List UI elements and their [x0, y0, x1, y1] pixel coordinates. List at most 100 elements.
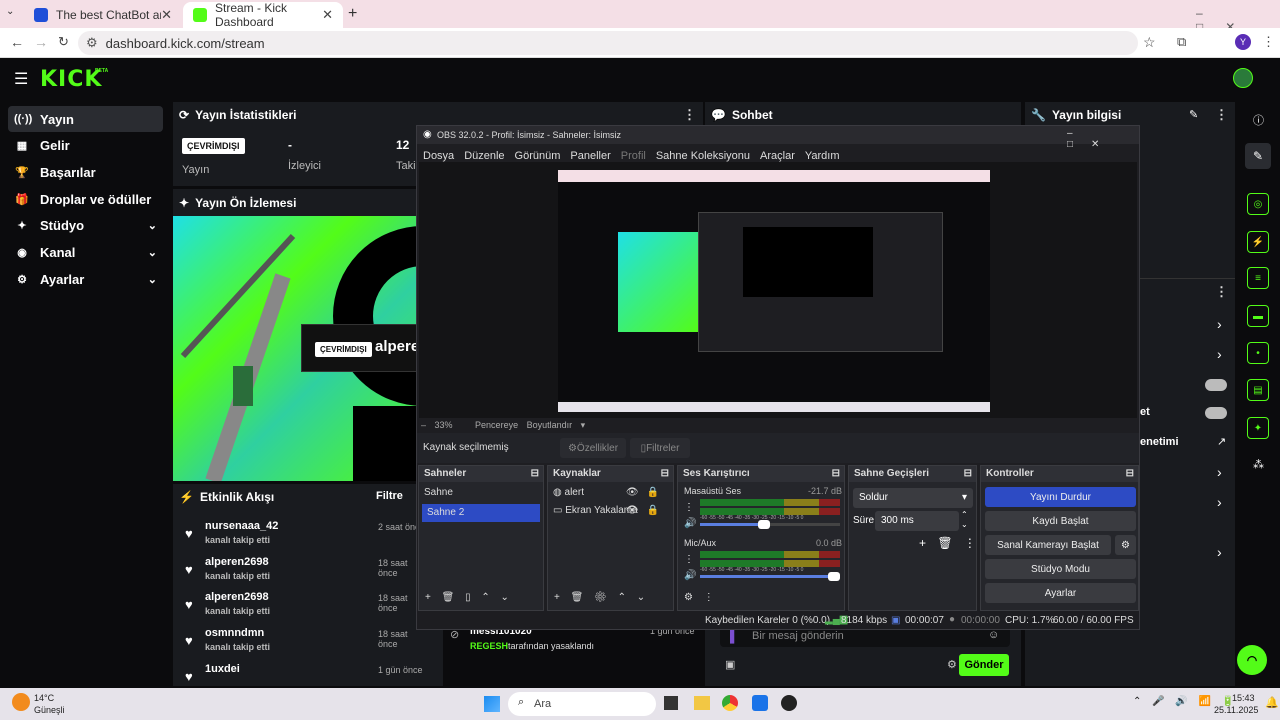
- broadcast-icon[interactable]: •: [1247, 342, 1269, 364]
- emoji-icon[interactable]: ☺: [988, 629, 999, 641]
- dock-float-icon[interactable]: ⊟: [661, 466, 669, 482]
- file-explorer-icon[interactable]: [694, 696, 710, 710]
- chevron-right-icon[interactable]: ›: [1217, 544, 1222, 560]
- site-info-icon[interactable]: ⚙: [86, 35, 98, 51]
- start-recording-button[interactable]: Kaydı Başlat: [985, 511, 1136, 531]
- more-icon[interactable]: ⋮: [684, 502, 694, 513]
- obs-taskbar-icon[interactable]: [781, 695, 797, 711]
- close-tab-icon[interactable]: ✕: [161, 7, 172, 23]
- chevron-right-icon[interactable]: ›: [1217, 494, 1222, 510]
- url-field[interactable]: ⚙ dashboard.kick.com/stream: [78, 31, 1138, 55]
- menu-item-sahne-koleksiyonu[interactable]: Sahne Koleksiyonu: [656, 150, 750, 162]
- sidebar-item-gelir[interactable]: ▦ Gelir: [8, 132, 163, 158]
- list-icon[interactable]: ≡: [1247, 267, 1269, 289]
- bolt-icon[interactable]: ⚡: [1247, 231, 1269, 253]
- stepper-icon[interactable]: ⌃ ⌄: [961, 510, 968, 530]
- send-button[interactable]: Gönder: [959, 654, 1009, 676]
- sidebar-item-ayarlar[interactable]: ⚙ Ayarlar ⌄: [8, 266, 163, 292]
- toggle-switch[interactable]: [1205, 407, 1227, 419]
- sidebar-item-yayin[interactable]: ((·)) Yayın: [8, 106, 163, 132]
- layout-icon[interactable]: ▤: [1247, 379, 1269, 401]
- tab-kick-dashboard[interactable]: Stream - Kick Dashboard ✕: [183, 1, 343, 29]
- notification-icon[interactable]: 🔔: [1265, 696, 1279, 709]
- hamburger-icon[interactable]: ☰: [14, 69, 28, 89]
- dock-float-icon[interactable]: ⊟: [964, 466, 972, 482]
- sidebar-item-droplar[interactable]: 🎁 Droplar ve ödüller: [8, 186, 163, 212]
- profile-avatar[interactable]: Y: [1235, 34, 1251, 50]
- window-controls[interactable]: –□✕: [1067, 128, 1139, 150]
- dock-float-icon[interactable]: ⊟: [832, 466, 840, 482]
- transition-select[interactable]: Soldur ▾: [853, 488, 973, 508]
- chevron-right-icon[interactable]: ›: [1217, 464, 1222, 480]
- more-icon[interactable]: ⋮: [684, 554, 694, 565]
- more-icon[interactable]: ⋮: [1215, 107, 1228, 123]
- extensions-icon[interactable]: ⧉: [1177, 34, 1186, 50]
- duration-field[interactable]: 300 ms: [875, 511, 959, 531]
- start-icon[interactable]: [484, 696, 500, 712]
- support-icon[interactable]: ◠: [1237, 645, 1267, 675]
- wrench-icon[interactable]: ✦: [1247, 417, 1269, 439]
- menu-item-gorunum[interactable]: Görünüm: [515, 150, 561, 162]
- stop-stream-button[interactable]: Yayını Durdur: [985, 487, 1136, 507]
- dock-float-icon[interactable]: ⊟: [531, 466, 539, 482]
- virtual-camera-settings-icon[interactable]: ⚙: [1115, 535, 1136, 555]
- transition-toolbar[interactable]: + 🗑 ⋮: [919, 536, 976, 550]
- chrome-icon[interactable]: [722, 695, 738, 711]
- menu-item-yardim[interactable]: Yardım: [805, 150, 840, 162]
- menu-item-paneller[interactable]: Paneller: [570, 150, 610, 162]
- edit-mode-icon[interactable]: ✎: [1245, 143, 1271, 169]
- apps-icon[interactable]: ⁂: [1253, 458, 1264, 471]
- volume-slider[interactable]: [700, 572, 840, 581]
- eye-lock-icons[interactable]: 👁🔒: [626, 484, 667, 502]
- gear-icon[interactable]: ⚙: [947, 658, 957, 671]
- toggle-switch[interactable]: [1205, 379, 1227, 391]
- chevron-right-icon[interactable]: ›: [1217, 346, 1222, 362]
- reload-icon[interactable]: ↻: [58, 34, 69, 50]
- settings-button[interactable]: Ayarlar: [985, 583, 1136, 603]
- fit-window[interactable]: Pencereye Boyutlandır: [475, 420, 572, 430]
- tab-list-icon[interactable]: ⌄: [6, 6, 22, 22]
- obs-preview-area[interactable]: [419, 162, 1137, 418]
- chat-bubble-icon[interactable]: ▬: [1247, 305, 1269, 327]
- chevron-right-icon[interactable]: ›: [1217, 316, 1222, 332]
- external-link-icon[interactable]: ↗: [1217, 435, 1226, 448]
- user-avatar[interactable]: [1233, 68, 1253, 88]
- speaker-icon[interactable]: 🔊: [684, 518, 696, 529]
- edit-icon[interactable]: ✎: [1189, 108, 1198, 121]
- speaker-icon[interactable]: 🔊: [684, 570, 696, 581]
- dock-float-icon[interactable]: ⊟: [1126, 466, 1134, 482]
- sidebar-item-kanal[interactable]: ◉ Kanal ⌄: [8, 239, 163, 265]
- search-box[interactable]: ⌕ Ara: [508, 692, 656, 716]
- bookmark-icon[interactable]: ☆: [1143, 34, 1156, 51]
- kick-logo[interactable]: KICK: [40, 67, 102, 92]
- back-icon[interactable]: ←: [10, 34, 24, 50]
- more-icon[interactable]: ⋮: [1215, 284, 1228, 300]
- source-item[interactable]: ▭ Ekran Yakalama 👁🔒: [548, 502, 673, 520]
- more-icon[interactable]: ⋮: [683, 107, 696, 123]
- eye-lock-icons[interactable]: 👁🔒: [626, 502, 667, 520]
- filter-button[interactable]: Filtre: [376, 490, 403, 502]
- store-icon[interactable]: [752, 695, 768, 711]
- zoom-controls[interactable]: – 33% Pencereye Boyutlandır ▾: [421, 420, 585, 431]
- emote-icon[interactable]: ▣: [725, 658, 735, 671]
- properties-button[interactable]: ⚙ Özellikler: [560, 438, 626, 458]
- volume-slider[interactable]: [700, 520, 840, 529]
- info-icon[interactable]: ⓘ: [1253, 112, 1264, 128]
- new-tab-icon[interactable]: +: [348, 5, 357, 23]
- scene-item[interactable]: Sahne: [419, 484, 543, 502]
- menu-item-duzenle[interactable]: Düzenle: [464, 150, 504, 162]
- studio-mode-button[interactable]: Stüdyo Modu: [985, 559, 1136, 579]
- weather-icon[interactable]: [12, 693, 30, 711]
- menu-item-araclar[interactable]: Araçlar: [760, 150, 795, 162]
- scene-toolbar[interactable]: + 🗑 ▯ ⌃ ⌄: [425, 592, 509, 603]
- close-tab-icon[interactable]: ✕: [322, 7, 333, 23]
- sidebar-item-basarilar[interactable]: 🏆 Başarılar: [8, 159, 163, 185]
- mixer-toolbar[interactable]: ⚙ ⋮: [684, 592, 714, 603]
- source-toolbar[interactable]: + 🗑 ⚙ ⌃ ⌄: [554, 592, 645, 603]
- tab-chatbot[interactable]: The best ChatBot and Widgets ✕: [24, 2, 182, 28]
- scene-item-selected[interactable]: Sahne 2: [422, 504, 540, 522]
- sidebar-item-studyo[interactable]: ✦ Stüdyo ⌄: [8, 212, 163, 238]
- menu-item-dosya[interactable]: Dosya: [423, 150, 454, 162]
- task-view-icon[interactable]: [664, 696, 678, 710]
- filters-button[interactable]: ▯ Filtreler: [630, 438, 690, 458]
